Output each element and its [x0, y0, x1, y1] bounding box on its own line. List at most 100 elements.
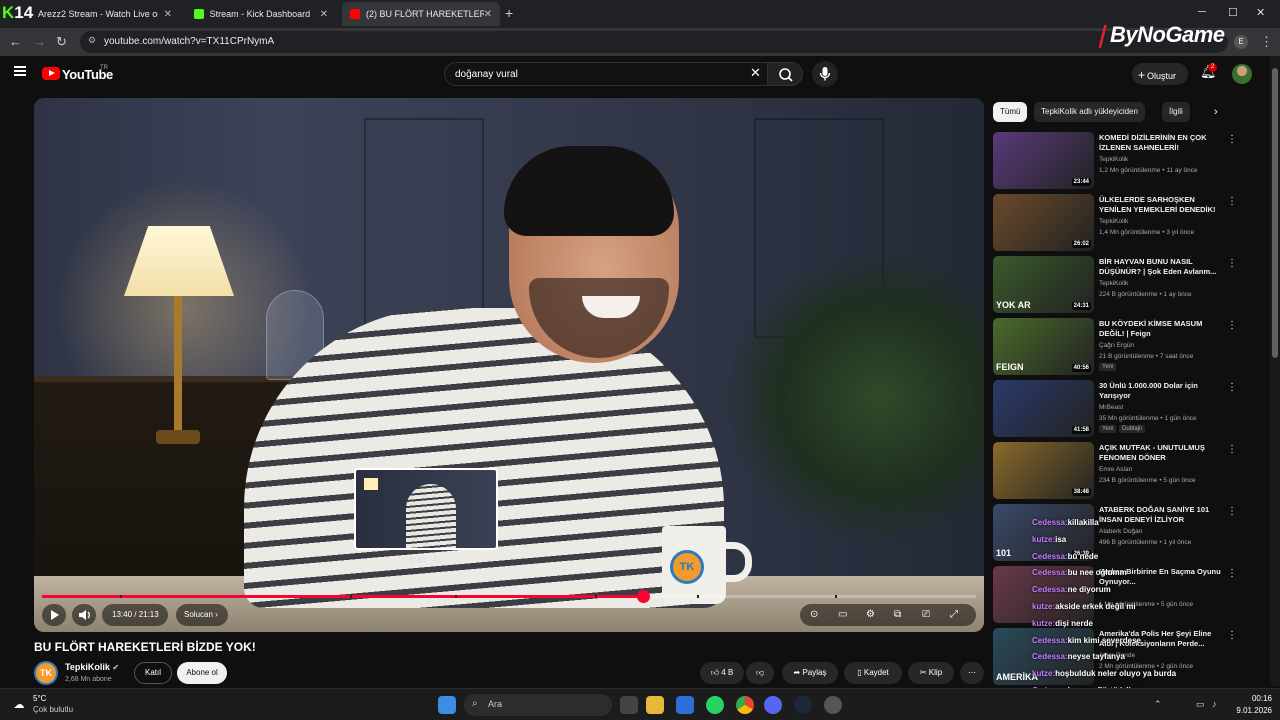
more-vertical-icon[interactable]: ⋮ [1227, 506, 1237, 517]
recommendation-channel[interactable]: TepkiKolik [1099, 218, 1128, 225]
more-vertical-icon[interactable]: ⋮ [1227, 630, 1237, 641]
forward-icon[interactable]: → [33, 34, 46, 49]
save-button[interactable]: ▯ Kaydet [844, 662, 902, 684]
subscribe-button[interactable]: Abone ol [177, 662, 227, 684]
weather-description[interactable]: Çok bulutlu [33, 705, 73, 714]
settings-gear-icon[interactable]: ⚙ [866, 609, 875, 620]
recommendation-title[interactable]: ÜLKELERDE SARHOŞKEN YENİLEN YEMEKLERİ DE… [1099, 195, 1227, 215]
recommendation-channel[interactable]: Emre Aslan [1099, 466, 1132, 473]
more-actions-button[interactable]: ⋯ [960, 662, 984, 684]
chip-all[interactable]: Tümü [993, 102, 1028, 122]
channel-avatar[interactable]: TK [34, 661, 58, 685]
whatsapp-icon[interactable] [706, 696, 724, 714]
recommendation-item[interactable]: 38:48 AÇIK MUTFAK - UNUTULMUŞ FENOMEN DÖN… [993, 442, 1243, 500]
weather-icon[interactable]: ☁ [10, 696, 28, 714]
file-explorer-icon[interactable] [646, 696, 664, 714]
account-avatar[interactable] [1232, 64, 1252, 84]
recommendation-title[interactable]: ATABERK DOĞAN SANİYE 101 İNSAN DENEYİ İZ… [1099, 505, 1227, 525]
play-button[interactable] [42, 604, 66, 626]
recommendation-item[interactable]: 41:58 30 Ünlü 1.000.000 Dolar için Yarışı… [993, 380, 1243, 438]
recommendation-item[interactable]: YOK AR 24:31 BİR HAYVAN BUNU NASIL DÜŞÜNÜR… [993, 256, 1243, 314]
close-icon[interactable]: ✕ [164, 9, 172, 20]
clock-time[interactable]: 00:16 [1240, 694, 1272, 703]
recommendation-title[interactable]: 30 Ünlü 1.000.000 Dolar için Yarışıyor [1099, 381, 1227, 401]
fullscreen-icon[interactable]: ⤢ [950, 609, 958, 620]
create-button[interactable]: + Oluştur [1132, 63, 1188, 85]
recommendation-thumbnail[interactable]: 26:02 [993, 194, 1094, 251]
recommendation-channel[interactable]: TepkiKolik [1099, 280, 1128, 287]
more-vertical-icon[interactable]: ⋮ [1227, 320, 1237, 331]
recommendation-channel[interactable]: MrBeast [1099, 404, 1123, 411]
like-button[interactable]: 👍︎ 4 B [700, 662, 744, 684]
chip-related[interactable]: İlgili [1162, 102, 1190, 122]
more-vertical-icon[interactable]: ⋮ [1227, 444, 1237, 455]
more-vertical-icon[interactable]: ⋮ [1227, 258, 1237, 269]
minimize-icon[interactable]: ─ [1198, 6, 1206, 18]
outlook-icon[interactable] [676, 696, 694, 714]
taskbar-search[interactable]: ⌕ Ara [464, 694, 612, 716]
recommendation-channel[interactable]: Ataberk Doğan [1099, 528, 1142, 535]
task-view-icon[interactable] [620, 696, 638, 714]
cast-icon[interactable]: ⎚ [922, 609, 930, 620]
page-scrollbar[interactable] [1270, 56, 1280, 686]
voice-search-button[interactable] [812, 61, 838, 87]
browser-menu-icon[interactable]: ⋮ [1260, 34, 1273, 50]
chapter-button[interactable]: Solucan › [176, 604, 228, 626]
tab-youtube-video[interactable]: (2) BU FLÖRT HAREKETLERİ BİZ ✕ [342, 2, 500, 26]
new-tab-icon[interactable]: + [505, 5, 513, 21]
channel-name[interactable]: TepkiKolik ✔ [65, 662, 119, 672]
recommendation-item[interactable]: 101 26:39 ATABERK DOĞAN SANİYE 101 İNSAN D… [993, 504, 1243, 562]
recommendation-channel[interactable]: Çağrı Ergün [1099, 342, 1134, 349]
maximize-icon[interactable]: ☐ [1228, 6, 1238, 19]
recommendation-title[interactable]: BİR HAYVAN BUNU NASIL DÜŞÜNÜR? | Şok Ede… [1099, 257, 1227, 277]
recommendation-item[interactable]: FEIGN 40:56 BU KÖYDEKİ KİMSE MASUM DEĞİL! … [993, 318, 1243, 376]
reload-icon[interactable]: ↻ [56, 34, 67, 50]
chrome-icon[interactable] [736, 696, 754, 714]
weather-temperature[interactable]: 5°C [33, 694, 46, 703]
more-vertical-icon[interactable]: ⋮ [1227, 568, 1237, 579]
window-close-icon[interactable]: ✕ [1256, 6, 1265, 19]
join-button[interactable]: Katıl [134, 662, 172, 684]
site-info-icon[interactable]: ⚙ [88, 35, 96, 46]
close-icon[interactable]: ✕ [320, 9, 328, 20]
discord-icon[interactable] [764, 696, 782, 714]
recommendation-title[interactable]: AÇIK MUTFAK - UNUTULMUŞ FENOMEN DÖNER [1099, 443, 1227, 463]
clock-date[interactable]: 9.01.2026 [1228, 706, 1272, 715]
url-field[interactable]: ⚙ youtube.com/watch?v=TX11CPrNymA [80, 31, 1228, 53]
start-windows-icon[interactable] [438, 696, 456, 714]
search-button[interactable] [767, 62, 803, 86]
recommendation-channel[interactable]: TepkiKolik [1099, 156, 1128, 163]
youtube-logo-icon[interactable] [42, 67, 60, 80]
recommendation-title[interactable]: BU KÖYDEKİ KİMSE MASUM DEĞİL! | Feign [1099, 319, 1227, 339]
network-icon[interactable]: ▭ [1196, 699, 1205, 710]
chevron-up-icon[interactable]: ⌃ [1154, 699, 1162, 710]
chip-from-uploader[interactable]: TepkiKolik adlı yükleyiciden [1034, 102, 1145, 122]
share-button[interactable]: ➦ Paylaş [782, 662, 838, 684]
obs-icon[interactable] [824, 696, 842, 714]
back-icon[interactable]: ← [9, 34, 22, 49]
recommendation-item[interactable]: 23:44 KOMEDİ DİZİLERİNİN EN ÇOK İZLENEN S… [993, 132, 1243, 190]
more-vertical-icon[interactable]: ⋮ [1227, 134, 1237, 145]
more-vertical-icon[interactable]: ⋮ [1227, 382, 1237, 393]
menu-icon[interactable] [14, 66, 26, 76]
close-icon[interactable]: ✕ [484, 9, 492, 20]
progress-bar[interactable] [42, 590, 976, 603]
recommendation-item[interactable]: 26:02 ÜLKELERDE SARHOŞKEN YENİLEN YEMEKLE… [993, 194, 1243, 252]
profile-avatar[interactable]: E [1234, 35, 1248, 49]
video-player[interactable]: TK 8:45 · Arı 13:40 / 21:13 Solucan › ⊙ … [34, 98, 984, 632]
autoplay-toggle-icon[interactable]: ⊙ [810, 609, 818, 620]
recommendation-thumbnail[interactable]: FEIGN 40:56 [993, 318, 1094, 375]
tab-kick-dashboard[interactable]: Stream - Kick Dashboard ✕ [186, 2, 336, 26]
recommendation-thumbnail[interactable]: 38:48 [993, 442, 1094, 499]
recommendation-title[interactable]: KOMEDİ DİZİLERİNİN EN ÇOK İZLENEN SAHNEL… [1099, 133, 1227, 153]
recommendation-thumbnail[interactable]: 23:44 [993, 132, 1094, 189]
scrollbar-thumb[interactable] [1272, 68, 1278, 358]
recommendation-thumbnail[interactable]: YOK AR 24:31 [993, 256, 1094, 313]
clear-search-icon[interactable]: ✕ [750, 65, 761, 81]
speaker-icon[interactable]: ♪ [1212, 699, 1217, 709]
miniplayer-icon[interactable]: ⧉ [894, 609, 901, 620]
dislike-button[interactable]: 👎︎ [746, 662, 774, 684]
subtitles-icon[interactable]: ▭ [838, 609, 847, 620]
more-vertical-icon[interactable]: ⋮ [1227, 196, 1237, 207]
tab-arezz2-stream[interactable]: Arezz2 Stream - Watch Live on ✕ [30, 2, 180, 26]
